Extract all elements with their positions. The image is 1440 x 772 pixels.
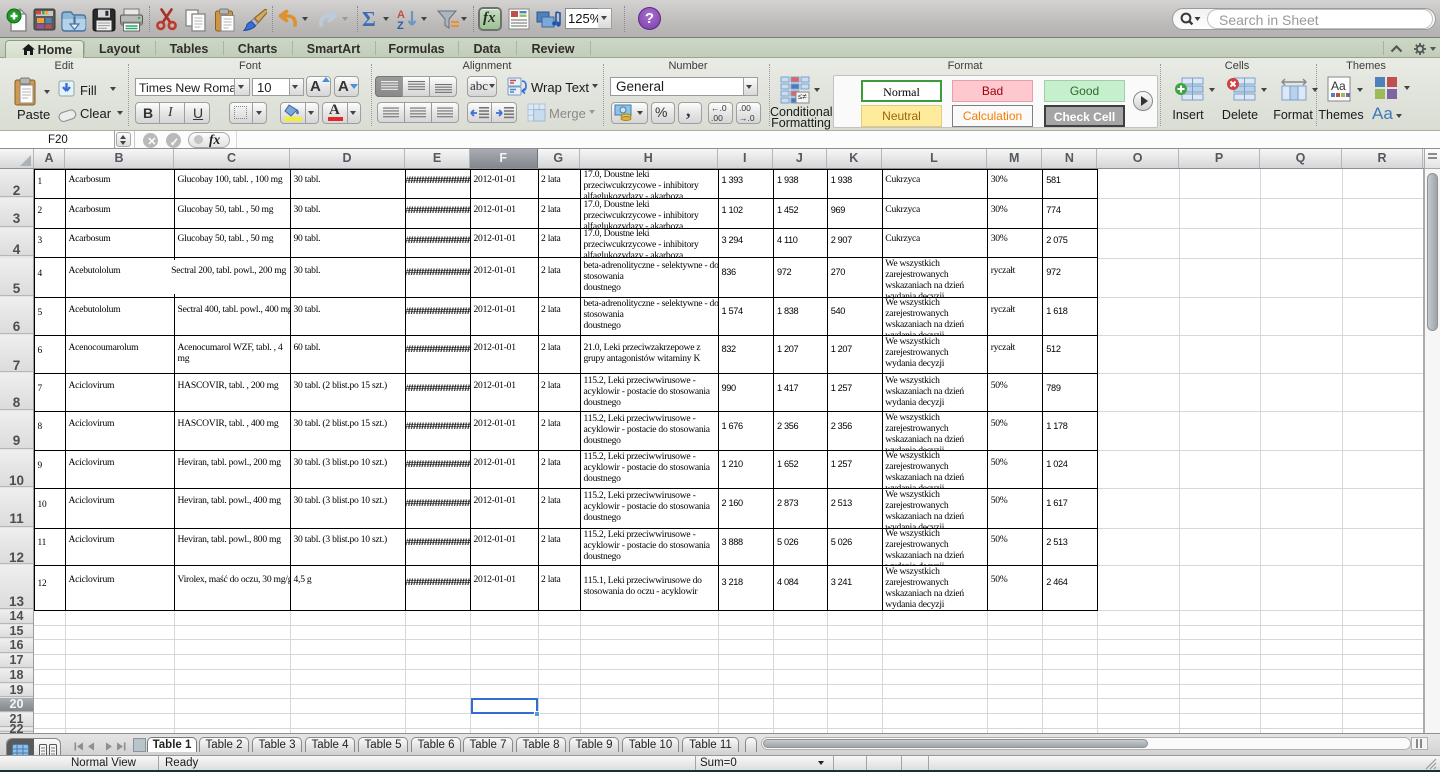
svg-text:Aa: Aa [1331,79,1346,93]
svg-text:≤≠: ≤≠ [798,92,807,101]
svg-text:Z: Z [397,20,404,32]
